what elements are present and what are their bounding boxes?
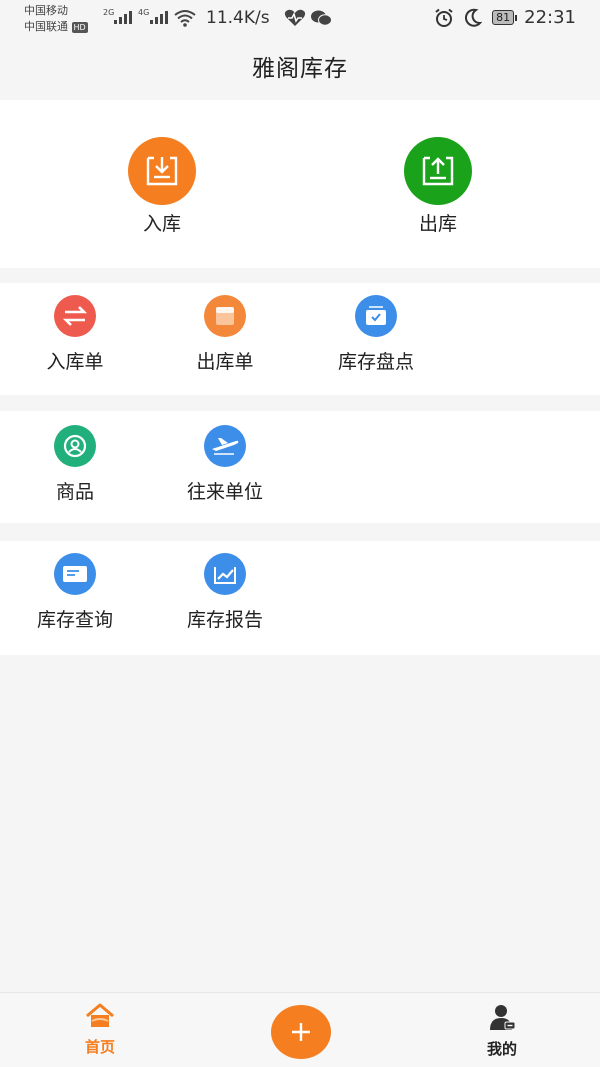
stock-check-label: 库存盘点 — [337, 351, 414, 373]
products-label: 商品 — [55, 481, 94, 503]
stock-query-item[interactable]: 库存查询 — [10, 553, 140, 632]
products-item[interactable]: 商品 — [10, 425, 140, 504]
outbound-orders-circle — [204, 295, 246, 337]
partners-label: 往来单位 — [186, 481, 263, 503]
hd-badge: HD — [71, 21, 88, 33]
inbound-orders-circle — [54, 295, 96, 337]
stock-out-label: 出库 — [418, 213, 457, 235]
signal-bars-icon — [150, 10, 168, 24]
exchange-arrows-icon — [62, 306, 88, 326]
clock: 22:31 — [524, 7, 576, 28]
wifi-icon — [174, 10, 196, 27]
inbound-orders-label: 入库单 — [46, 351, 104, 373]
wechat-icon — [311, 10, 332, 26]
add-button[interactable] — [271, 1005, 331, 1059]
airplane-icon — [212, 438, 239, 455]
bottom-navigation: 首页 我的 — [0, 992, 600, 1067]
signal-bars-icon — [114, 10, 132, 24]
stock-out-circle — [404, 137, 472, 205]
alarm-icon — [435, 8, 453, 27]
health-heart-icon — [284, 9, 306, 27]
menu-row-1: 入库单 出库单 库存盘点 — [0, 283, 600, 395]
document-icon — [216, 307, 234, 325]
stock-report-item[interactable]: 库存报告 — [160, 553, 290, 632]
download-tray-icon — [146, 156, 178, 186]
chart-icon — [214, 567, 236, 584]
stock-query-circle — [54, 553, 96, 595]
battery-indicator: 81 — [492, 10, 518, 25]
nav-mine-label: 我的 — [486, 1040, 517, 1058]
stock-out-button[interactable]: 出库 — [368, 137, 508, 236]
outbound-orders-item[interactable]: 出库单 — [160, 295, 290, 374]
stock-in-button[interactable]: 入库 — [92, 137, 232, 236]
stock-check-circle — [355, 295, 397, 337]
stock-report-label: 库存报告 — [186, 609, 263, 631]
home-icon — [86, 1003, 114, 1027]
nav-mine[interactable]: 我的 — [462, 1003, 542, 1059]
app-header: 雅阁库存 — [0, 38, 600, 100]
main-actions-card: 入库 出库 — [0, 100, 600, 268]
status-right: 81 22:31 — [434, 7, 576, 28]
outbound-orders-label: 出库单 — [196, 351, 254, 373]
partners-item[interactable]: 往来单位 — [160, 425, 290, 504]
network-speed: 11.4K/s — [206, 8, 270, 28]
moon-icon — [465, 8, 483, 27]
menu-row-3: 库存查询 库存报告 — [0, 541, 600, 655]
menu-row-2: 商品 往来单位 — [0, 411, 600, 523]
inbound-orders-item[interactable]: 入库单 — [10, 295, 140, 374]
stock-query-label: 库存查询 — [36, 609, 113, 631]
nav-home[interactable]: 首页 — [60, 1003, 140, 1057]
upload-tray-icon — [422, 156, 454, 186]
carrier-info: 中国移动 中国联通 HD — [24, 3, 88, 35]
partners-circle — [204, 425, 246, 467]
stock-in-circle — [128, 137, 196, 205]
products-circle — [54, 425, 96, 467]
stock-check-item[interactable]: 库存盘点 — [311, 295, 441, 374]
user-icon — [490, 1005, 516, 1030]
page-title: 雅阁库存 — [252, 56, 348, 82]
user-circle-icon — [63, 434, 87, 458]
carrier-1: 中国移动 — [24, 4, 68, 17]
card-icon — [63, 566, 87, 582]
stock-in-label: 入库 — [142, 213, 181, 235]
signal-4g-label: 4G — [138, 8, 150, 17]
signal-2g-label: 2G — [103, 8, 115, 17]
carrier-2: 中国联通 — [24, 20, 68, 33]
plus-icon — [292, 1023, 310, 1041]
stock-report-circle — [204, 553, 246, 595]
checklist-icon — [366, 306, 386, 325]
status-bar: 中国移动 中国联通 HD 2G 4G 11.4K/s 81 22:31 — [0, 0, 600, 38]
nav-home-label: 首页 — [84, 1038, 115, 1056]
